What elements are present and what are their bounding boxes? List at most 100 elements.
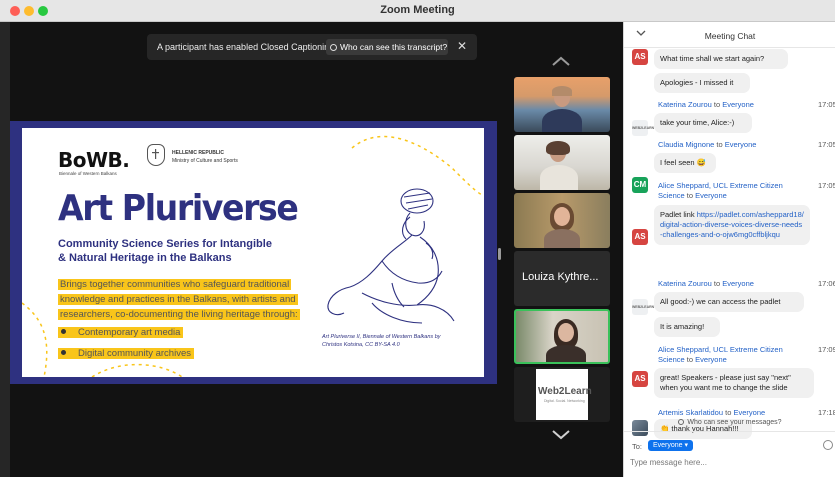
title-bar: Zoom Meeting — [0, 0, 835, 22]
woman-with-basket-illustration — [327, 188, 455, 324]
web2learn-tagline: Digital. Social. Networking — [544, 399, 585, 403]
slide-subtitle-line-2: & Natural Heritage in the Balkans — [58, 252, 232, 264]
slide-body-line-3: researchers, co-documenting the living h… — [58, 309, 300, 320]
chat-message: take your time, Alice:-) — [654, 113, 752, 133]
chat-timestamp: 17:09 — [818, 345, 835, 354]
chat-message: Padlet link https://padlet.com/asheppard… — [654, 205, 810, 245]
shared-screen-slide: BoWB. Biennale of Western Balkans HELLEN… — [10, 121, 497, 384]
chat-title: Meeting Chat — [704, 31, 756, 41]
sender-name: Katerina Zourou — [658, 279, 712, 288]
divider — [624, 431, 835, 432]
chat-timestamp: 17:18 — [818, 408, 835, 417]
slide-credit-line-2: Christos Kotsina, CC BY-SA 4.0 — [322, 342, 400, 348]
slide-bullet-text: Contemporary art media — [78, 327, 181, 338]
hellenic-republic-text: HELLENIC REPUBLIC — [172, 150, 224, 156]
video-tile[interactable]: Web2Learn Digital. Social. Networking — [514, 367, 610, 422]
to-label: To: — [632, 442, 643, 451]
active-speaker-video-tile[interactable] — [514, 309, 610, 364]
emoji-icon[interactable] — [823, 440, 833, 450]
message-input[interactable] — [630, 455, 820, 469]
sender-recipient: Everyone — [695, 191, 727, 200]
avatar: CM — [632, 177, 648, 193]
participant-head — [558, 323, 574, 342]
chat-sender: Katerina Zourou to Everyone — [658, 100, 754, 109]
chat-message: Apologies - I missed it — [654, 73, 750, 93]
participant-body — [542, 109, 582, 132]
split-view-drag-handle[interactable] — [498, 248, 501, 260]
chat-timestamp: 17:06 — [818, 279, 835, 288]
avatar: WEB2LEARN — [632, 299, 654, 315]
chat-message: It is amazing! — [654, 317, 720, 337]
web2learn-logo-text: Web2Learn — [538, 386, 592, 397]
sender-to: to — [713, 100, 721, 109]
closed-caption-notice: A participant has enabled Closed Caption… — [157, 42, 335, 52]
chat-sender: Claudia Mignone to Everyone — [658, 140, 756, 149]
closed-caption-banner: A participant has enabled Closed Caption… — [147, 34, 477, 60]
avatar: AS — [632, 229, 648, 245]
video-tile[interactable] — [514, 193, 610, 248]
participant-body — [544, 229, 580, 248]
meeting-chat-panel: Meeting Chat AS What time shall we start… — [623, 22, 835, 477]
sender-to: to — [716, 140, 723, 149]
participant-name: Louiza Kythre... — [522, 271, 599, 283]
hellenic-emblem-icon — [147, 144, 165, 166]
who-can-see-transcript-label: Who can see this transcript? — [340, 42, 448, 52]
video-tile[interactable] — [514, 77, 610, 132]
who-can-see-messages-label: Who can see your messages? — [687, 419, 782, 426]
chat-timestamp: 17:05 — [818, 140, 835, 149]
slide-title: Art Pluriverse — [58, 188, 299, 229]
chat-sender: Alice Sheppard, UCL Extreme Citizen Scie… — [658, 345, 808, 365]
who-can-see-messages-link[interactable]: Who can see your messages? — [624, 419, 835, 426]
sender-recipient: Everyone — [733, 408, 766, 417]
chat-sender: Alice Sheppard, UCL Extreme Citizen Scie… — [658, 181, 808, 201]
chat-message: What time shall we start again? — [654, 49, 788, 69]
person-icon — [678, 419, 685, 425]
sender-recipient: Everyone — [722, 279, 754, 288]
chat-header: Meeting Chat — [624, 22, 835, 48]
chat-sender: Artemis Skarlatidou to Everyone — [658, 408, 765, 417]
message-text: Padlet link — [660, 210, 697, 219]
web2learn-logo: Web2Learn Digital. Social. Networking — [536, 369, 592, 420]
avatar: AS — [632, 49, 648, 65]
slide-bullet-text: Digital community archives — [78, 348, 191, 359]
window-title: Zoom Meeting — [380, 4, 455, 16]
slide-body-line-2: knowledge and practices in the Balkans, … — [58, 294, 298, 305]
ministry-text: Ministry of Culture and Sports — [172, 158, 238, 164]
recipient-dropdown[interactable]: Everyone ▾ — [648, 440, 694, 451]
close-icon[interactable]: ✕ — [457, 39, 467, 53]
slide-content: BoWB. Biennale of Western Balkans HELLEN… — [22, 128, 484, 377]
participant-hair — [546, 141, 570, 155]
chat-message: great! Speakers - please just say "next"… — [654, 368, 814, 398]
sender-name: Claudia Mignone — [658, 140, 715, 149]
sender-recipient: Everyone — [724, 140, 757, 149]
participant-body — [546, 345, 586, 362]
sender-to: to — [725, 408, 732, 417]
avatar: WEB2LEARN — [632, 120, 654, 136]
sender-name: Artemis Skarlatidou — [658, 408, 724, 417]
chat-message-list[interactable]: AS What time shall we start again? Apolo… — [624, 48, 835, 439]
chat-message: I feel seen 😅 — [654, 153, 716, 173]
bowb-logo-subtitle: Biennale of Western Balkans — [59, 171, 117, 176]
slide-body-line-1: Brings together communities who safeguar… — [58, 279, 292, 290]
who-can-see-transcript-button[interactable]: Who can see this transcript? — [326, 39, 448, 55]
chevron-up-icon[interactable] — [552, 56, 570, 66]
sender-name: Katerina Zourou — [658, 100, 712, 109]
slide-bullet: Digital community archives — [58, 348, 194, 359]
chevron-down-icon[interactable] — [552, 430, 570, 440]
video-tile[interactable]: Louiza Kythre... — [514, 251, 610, 306]
participant-face — [554, 207, 570, 226]
video-tile[interactable] — [514, 135, 610, 190]
bullet-dot-icon — [61, 350, 66, 355]
sender-to: to — [686, 191, 694, 200]
slide-credit-line-1: Art Pluriverse II, Biennale of Western B… — [322, 334, 441, 340]
person-icon — [330, 44, 337, 51]
participant-body — [540, 165, 578, 190]
chat-timestamp: 17:05 — [818, 181, 835, 190]
slide-bullet: Contemporary art media — [58, 327, 184, 338]
sender-recipient: Everyone — [722, 100, 754, 109]
avatar: AS — [632, 371, 648, 387]
slide-subtitle-line-1: Community Science Series for Intangible — [58, 238, 272, 250]
bowb-logo: BoWB. — [58, 148, 130, 172]
bullet-dot-icon — [61, 329, 66, 334]
sender-to: to — [713, 279, 721, 288]
